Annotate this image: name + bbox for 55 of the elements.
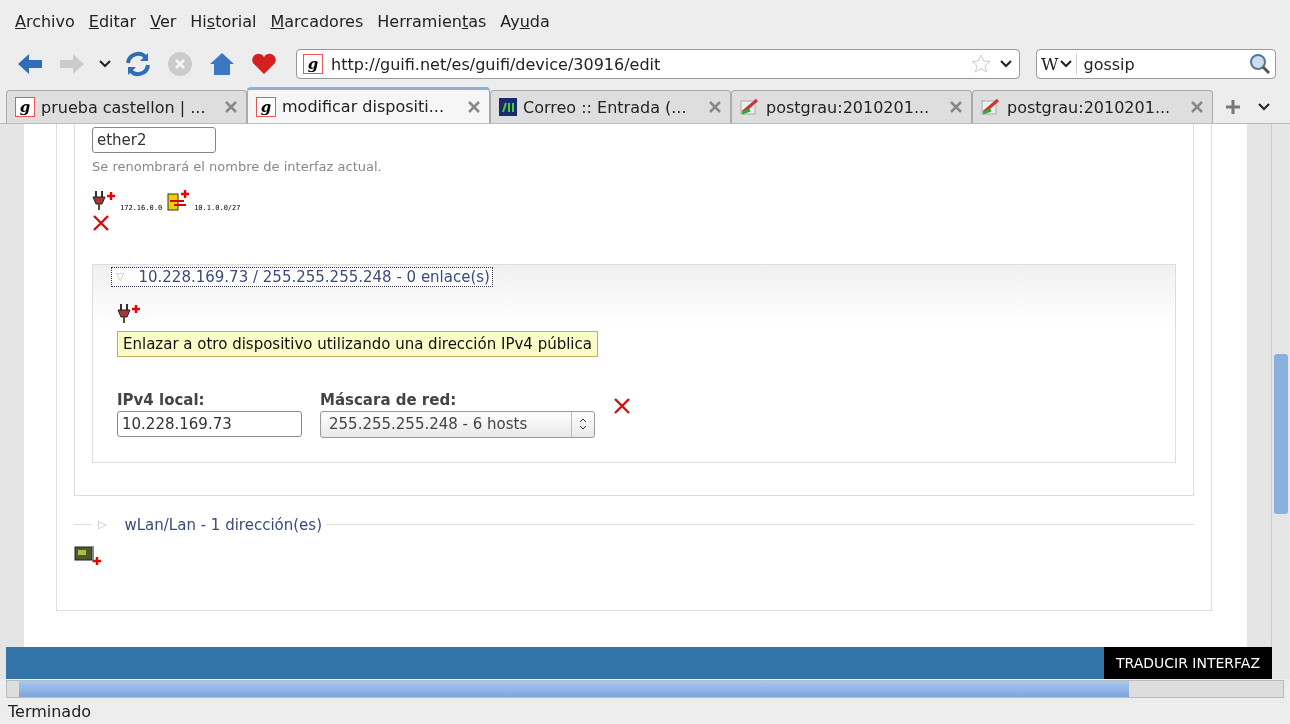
search-text: gossip xyxy=(1083,54,1136,74)
wlan-legend[interactable]: ▷ wLan/Lan - 1 dirección(es) xyxy=(92,515,326,534)
browser-tab[interactable]: postgrau:2010201... xyxy=(731,90,972,123)
menu-item[interactable]: Marcadores xyxy=(263,11,371,31)
pencil-page-icon xyxy=(981,98,1001,116)
search-engine-selector[interactable]: W xyxy=(1041,54,1078,74)
add-network-card-icon[interactable] xyxy=(74,543,102,566)
add-link-icon[interactable] xyxy=(92,190,116,212)
dropdown-caret-icon[interactable] xyxy=(98,59,112,69)
delete-icon[interactable] xyxy=(92,214,110,232)
vertical-scrollbar[interactable] xyxy=(1271,124,1290,679)
browser-tab[interactable]: g modificar dispositi... xyxy=(247,87,490,123)
browser-tab[interactable]: postgrau:2010201... xyxy=(972,90,1213,123)
field-label: IPv4 local: xyxy=(117,390,206,409)
menu-item[interactable]: Ver xyxy=(143,11,184,31)
translate-button[interactable]: TRADUCIR INTERFAZ xyxy=(1103,647,1272,679)
delete-icon[interactable] xyxy=(613,396,631,415)
spinner-arrows-icon xyxy=(579,417,587,431)
address-legend[interactable]: ▽ 10.228.169.73 / 255.255.255.248 - 0 enlace(s) xyxy=(111,266,493,287)
ipv4-field[interactable]: 10.228.169.73 xyxy=(117,410,302,437)
menu-item[interactable]: Ayuda xyxy=(493,11,557,31)
site-logo: g xyxy=(15,97,35,117)
menu-item[interactable]: Editar xyxy=(81,11,144,31)
add-link-icon[interactable] xyxy=(117,302,141,325)
dropdown-caret-icon[interactable] xyxy=(999,59,1013,69)
menu-item[interactable]: Archivo xyxy=(8,11,82,31)
url-text: http://guifi.net/es/guifi/device/30916/edit xyxy=(331,54,662,74)
browser-tab[interactable]: Correo :: Entrada (... xyxy=(490,90,731,123)
search-field[interactable]: W gossip xyxy=(1036,49,1276,79)
close-icon[interactable] xyxy=(467,99,481,114)
add-route-icon[interactable] xyxy=(166,190,191,212)
field-label: Máscara de red: xyxy=(320,390,458,409)
close-icon[interactable] xyxy=(224,100,238,114)
help-text: Se renombrará el nombre de interfaz actual. xyxy=(92,159,383,174)
mail-app-icon xyxy=(499,98,517,116)
interface-name-field[interactable]: ether2 xyxy=(92,127,216,153)
horizontal-scrollbar[interactable] xyxy=(6,680,1284,698)
close-icon[interactable] xyxy=(1190,100,1204,114)
address-field[interactable]: g http://guifi.net/es/guifi/device/30916/edit xyxy=(296,49,1020,79)
menu-item[interactable]: Historial xyxy=(183,11,264,31)
pencil-page-icon xyxy=(740,98,760,116)
star-icon[interactable] xyxy=(971,54,991,74)
dropdown-caret-icon[interactable] xyxy=(1060,60,1073,68)
tooltip: Enlazar a otro dispositivo utilizando una dirección IPv4 pública xyxy=(117,331,598,357)
close-icon[interactable] xyxy=(949,100,963,114)
search-icon[interactable] xyxy=(1249,53,1271,75)
site-logo: g xyxy=(303,54,323,74)
close-icon[interactable] xyxy=(708,100,722,114)
browser-tab[interactable]: g prueba castellon | ... xyxy=(6,90,247,123)
new-tab-icon[interactable] xyxy=(1225,98,1241,115)
netmask-select[interactable]: 255.255.255.248 - 6 hosts xyxy=(320,410,595,438)
site-logo: g xyxy=(256,96,276,117)
tab-list-icon[interactable] xyxy=(1257,101,1271,112)
menu-item[interactable]: Herramientas xyxy=(370,11,494,31)
status-text: Terminado xyxy=(7,700,93,723)
